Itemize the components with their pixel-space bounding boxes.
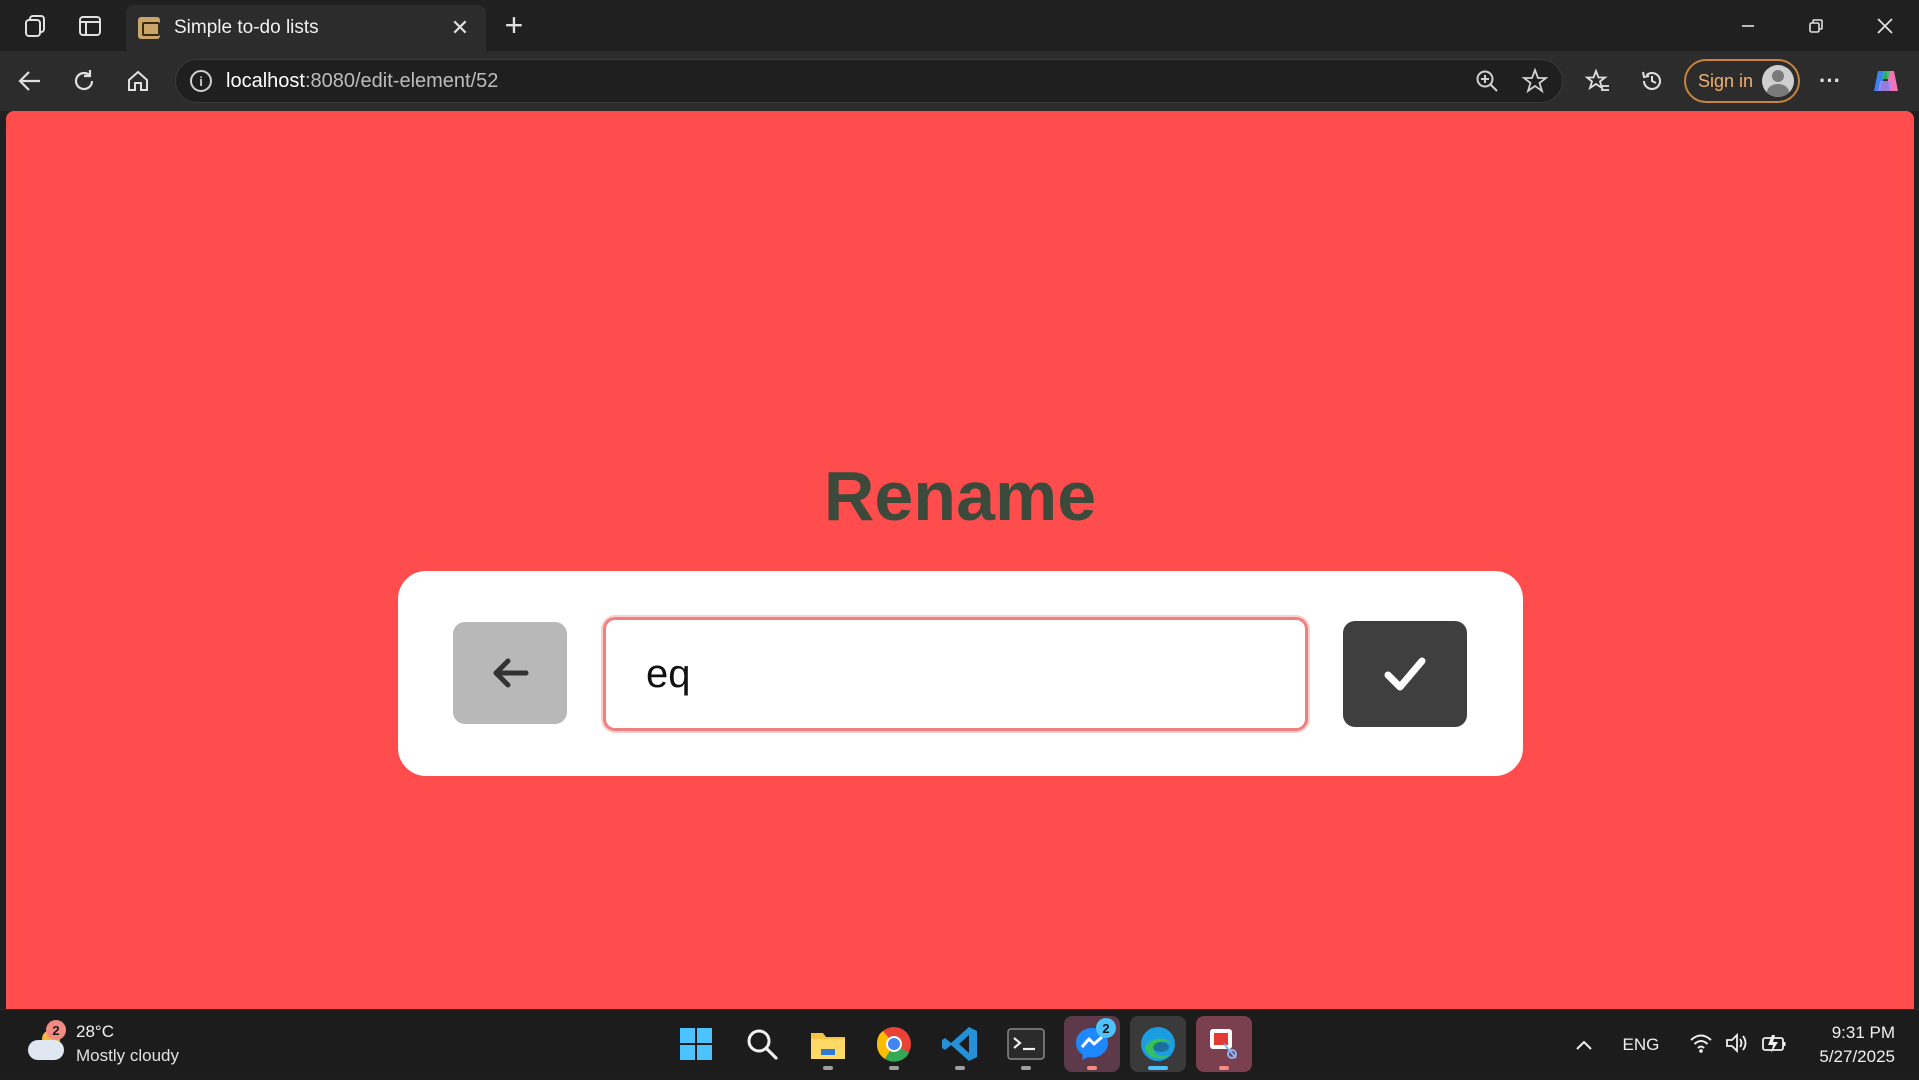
snipping-tool-icon[interactable] <box>1196 1016 1252 1072</box>
workspaces-icon[interactable] <box>20 10 52 42</box>
language-indicator[interactable]: ENG <box>1623 1035 1660 1055</box>
tab-title: Simple to-do lists <box>174 17 319 38</box>
site-favicon-icon <box>138 17 160 39</box>
messenger-badge: 2 <box>1096 1018 1116 1038</box>
tab-active[interactable]: Simple to-do lists ✕ <box>126 5 486 51</box>
vscode-icon[interactable] <box>932 1016 988 1072</box>
weather-cloudy-icon: 2 <box>26 1020 66 1064</box>
page-viewport: Rename <box>6 111 1914 1009</box>
volume-icon[interactable] <box>1725 1032 1749 1059</box>
refresh-icon[interactable] <box>64 61 104 101</box>
clock-date: 5/27/2025 <box>1819 1047 1895 1066</box>
browser-tab-strip: Simple to-do lists ✕ + <box>0 0 1919 51</box>
zoom-icon[interactable] <box>1474 68 1500 99</box>
url-path: :8080/edit-element/52 <box>304 69 499 92</box>
close-window-icon[interactable] <box>1855 6 1915 46</box>
favorite-star-icon[interactable] <box>1521 67 1549 99</box>
weather-badge: 2 <box>46 1020 66 1040</box>
url-host: localhost <box>226 69 305 92</box>
tab-close-icon[interactable]: ✕ <box>446 15 474 41</box>
chrome-icon[interactable] <box>866 1016 922 1072</box>
weather-temperature: 28°C <box>76 1022 114 1041</box>
clock[interactable]: 9:31 PM 5/27/2025 <box>1819 1021 1895 1069</box>
search-icon[interactable] <box>734 1016 790 1072</box>
weather-widget[interactable]: 2 28°C Mostly cloudy <box>26 1020 179 1068</box>
terminal-icon[interactable] <box>998 1016 1054 1072</box>
sign-in-label: Sign in <box>1698 70 1754 91</box>
site-info-icon[interactable]: i <box>190 70 212 92</box>
page-title: Rename <box>823 457 1097 535</box>
history-icon[interactable] <box>1632 61 1672 101</box>
new-tab-button[interactable]: + <box>496 8 532 44</box>
copilot-icon[interactable] <box>1866 61 1906 101</box>
taskbar: 2 28°C Mostly cloudy 2 ENG 9:31 PM 5/27/… <box>0 1009 1919 1079</box>
more-menu-icon[interactable]: ··· <box>1810 61 1850 101</box>
back-nav-icon[interactable] <box>10 61 50 101</box>
tab-actions-icon[interactable] <box>74 10 106 42</box>
favorites-icon[interactable] <box>1578 61 1618 101</box>
sign-in-button[interactable]: Sign in <box>1684 59 1800 103</box>
messenger-icon[interactable]: 2 <box>1064 1016 1120 1072</box>
battery-charging-icon[interactable] <box>1761 1032 1787 1059</box>
home-icon[interactable] <box>118 61 158 101</box>
browser-toolbar: i localhost :8080/edit-element/52 Sign i… <box>0 51 1919 111</box>
rename-input[interactable] <box>603 617 1308 731</box>
rename-card <box>398 571 1523 776</box>
restore-icon[interactable] <box>1786 6 1846 46</box>
edge-icon[interactable] <box>1130 1016 1186 1072</box>
wifi-icon[interactable] <box>1689 1032 1713 1059</box>
address-bar[interactable]: i localhost :8080/edit-element/52 <box>175 59 1563 103</box>
system-tray: ENG 9:31 PM 5/27/2025 <box>1575 1010 1919 1080</box>
profile-avatar-icon <box>1762 65 1794 97</box>
taskbar-apps: 2 <box>668 1016 1252 1072</box>
chevron-up-icon[interactable] <box>1575 1034 1593 1057</box>
file-explorer-icon[interactable] <box>800 1016 856 1072</box>
arrow-left-icon <box>493 658 529 688</box>
clock-time: 9:31 PM <box>1831 1023 1895 1042</box>
back-button[interactable] <box>453 622 567 724</box>
weather-condition: Mostly cloudy <box>76 1046 179 1065</box>
start-windows-icon[interactable] <box>668 1016 724 1072</box>
minimize-icon[interactable] <box>1718 6 1778 46</box>
confirm-button[interactable] <box>1343 621 1467 727</box>
checkmark-icon <box>1384 657 1426 691</box>
